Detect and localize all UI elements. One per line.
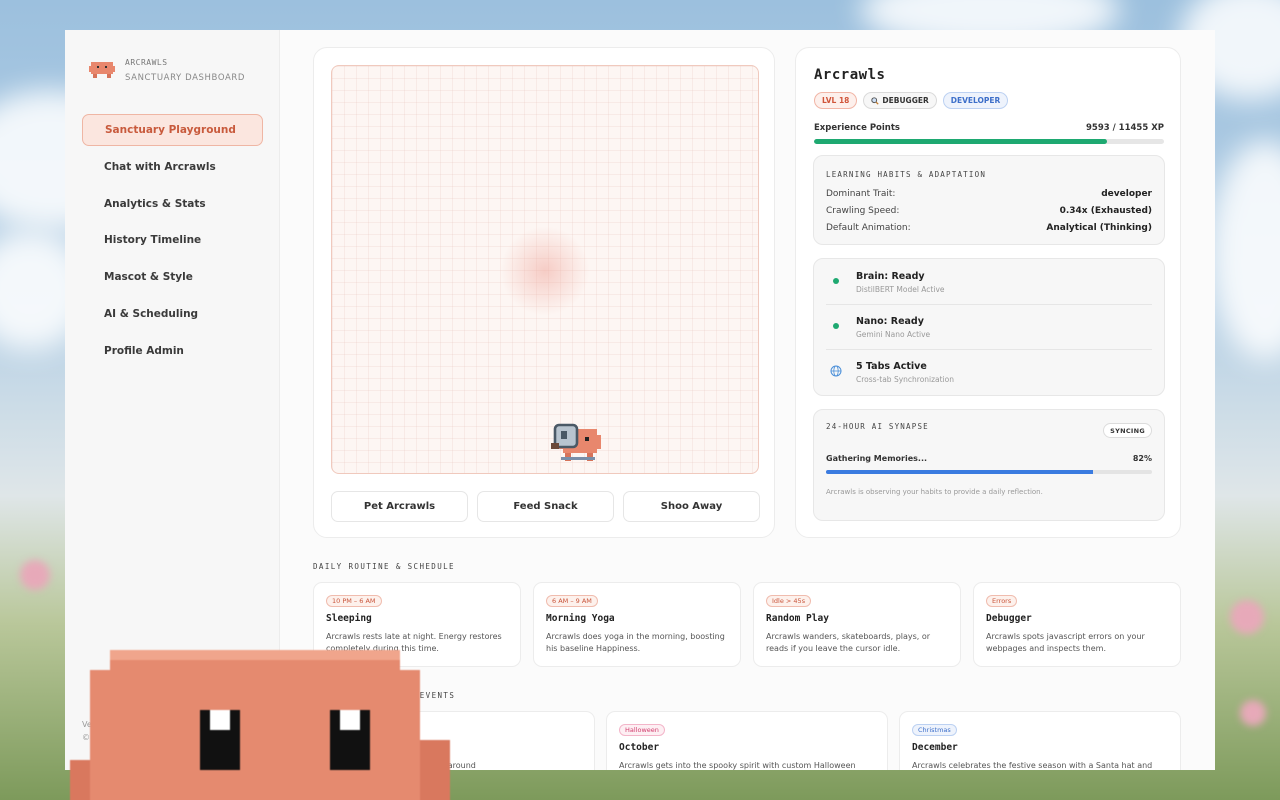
sidebar-item-sanctuary-playground[interactable]: Sanctuary Playground <box>82 114 263 146</box>
magnifier-icon <box>871 96 880 105</box>
season-desc: Arcrawls celebrates the festive season w… <box>912 761 1153 770</box>
schedule-tag: Idle > 45s <box>766 595 812 607</box>
flower <box>20 560 50 590</box>
habits-title: Learning Habits & Adaptation <box>826 170 987 179</box>
schedule-title: Morning Yoga <box>546 613 615 624</box>
seasonal-card-october: Halloween October Arcrawls gets into the… <box>606 711 888 770</box>
synapse-progress-value: 82% <box>1132 454 1152 463</box>
schedule-tag: Errors <box>986 595 1018 607</box>
syncing-badge: SYNCING <box>1103 423 1152 438</box>
status-nano: Nano: Ready Gemini Nano Active <box>826 304 1152 349</box>
schedule-desc: Arcrawls spots javascript errors on your… <box>986 632 1145 653</box>
season-title: December <box>912 742 958 753</box>
globe-icon <box>830 365 842 377</box>
synapse-title: 24-Hour AI Synapse <box>826 422 929 431</box>
status-title: 5 Tabs Active <box>856 361 927 372</box>
schedule-desc: Arcrawls wanders, skateboards, plays, or… <box>766 632 931 653</box>
flower <box>1240 700 1266 726</box>
sidebar-item-ai-scheduling[interactable]: AI & Scheduling <box>82 298 263 330</box>
xp-row: Experience Points 9593 / 11455 XP <box>814 123 1164 133</box>
status-tabs: 5 Tabs Active Cross-tab Synchronization <box>826 349 1152 394</box>
mascot-sprite[interactable] <box>551 421 601 463</box>
habit-value: 0.34x (Exhausted) <box>1059 206 1152 216</box>
status-dot-icon <box>833 278 839 284</box>
schedule-card-random-play: Idle > 45s Random Play Arcrawls wanders,… <box>753 582 961 667</box>
playground-card: Pet Arcrawls Feed Snack Shoo Away <box>313 47 775 538</box>
sidebar-item-history[interactable]: History Timeline <box>82 224 263 256</box>
brand-subtitle: SANCTUARY DASHBOARD <box>125 73 246 83</box>
sidebar-item-mascot[interactable]: Mascot & Style <box>82 261 263 293</box>
habits-panel: Learning Habits & Adaptation Dominant Tr… <box>813 155 1165 245</box>
sidebar-nav: Sanctuary Playground Chat with Arcrawls … <box>82 114 263 372</box>
xp-progress-bar <box>814 139 1164 144</box>
habit-key: Dominant Trait: <box>826 189 896 199</box>
mascot-overlay-sprite <box>70 650 450 800</box>
debugger-badge-label: DEBUGGER <box>882 96 929 105</box>
synapse-progress-bar <box>826 470 1152 474</box>
status-subtitle: DistilBERT Model Active <box>856 285 945 294</box>
habit-value: developer <box>1101 189 1152 199</box>
xp-label: Experience Points <box>814 123 900 133</box>
status-dot-icon <box>833 323 839 329</box>
synapse-progress-label: Gathering Memories... <box>826 454 928 463</box>
status-title: Brain: Ready <box>856 271 925 282</box>
season-tag: Christmas <box>912 724 957 736</box>
sidebar-item-profile-admin[interactable]: Profile Admin <box>82 335 263 367</box>
mascot-name: Arcrawls <box>814 67 886 83</box>
seasonal-card-december: Christmas December Arcrawls celebrates t… <box>899 711 1181 770</box>
schedule-section-title: Daily Routine & Schedule <box>313 562 455 571</box>
feed-snack-button[interactable]: Feed Snack <box>477 491 614 522</box>
status-brain: Brain: Ready DistilBERT Model Active <box>826 259 1152 304</box>
habit-key: Default Animation: <box>826 223 911 233</box>
synapse-panel: 24-Hour AI Synapse SYNCING Gathering Mem… <box>813 409 1165 521</box>
habit-row-trait: Dominant Trait: developer <box>826 189 1152 199</box>
season-title: October <box>619 742 660 753</box>
playground-canvas[interactable] <box>331 65 759 474</box>
cloud <box>1210 140 1280 360</box>
profile-card: Arcrawls LVL 18 DEBUGGER DEVELOPER Exper… <box>795 47 1181 538</box>
badge-row: LVL 18 DEBUGGER DEVELOPER <box>814 92 1009 109</box>
status-panel: Brain: Ready DistilBERT Model Active Nan… <box>813 258 1165 396</box>
schedule-card-debugger: Errors Debugger Arcrawls spots javascrip… <box>973 582 1181 667</box>
schedule-desc: Arcrawls does yoga in the morning, boost… <box>546 632 725 653</box>
developer-badge: DEVELOPER <box>942 92 1009 109</box>
sidebar-item-analytics[interactable]: Analytics & Stats <box>82 188 263 220</box>
mascot-logo-icon <box>89 62 115 78</box>
season-desc: Arcrawls gets into the spooky spirit wit… <box>619 761 856 770</box>
schedule-title: Random Play <box>766 613 829 624</box>
xp-progress-fill <box>814 139 1108 144</box>
status-subtitle: Gemini Nano Active <box>856 330 931 339</box>
pet-button[interactable]: Pet Arcrawls <box>331 491 468 522</box>
level-badge: LVL 18 <box>814 92 858 109</box>
shoo-away-button[interactable]: Shoo Away <box>623 491 760 522</box>
xp-value: 9593 / 11455 XP <box>1086 123 1164 133</box>
debugger-badge: DEBUGGER <box>863 92 937 109</box>
glow-effect <box>500 226 590 316</box>
synapse-note: Arcrawls is observing your habits to pro… <box>826 488 1043 496</box>
status-title: Nano: Ready <box>856 316 924 327</box>
schedule-title: Sleeping <box>326 613 372 624</box>
status-subtitle: Cross-tab Synchronization <box>856 375 955 384</box>
habit-key: Crawling Speed: <box>826 206 900 216</box>
synapse-progress-row: Gathering Memories... 82% <box>826 454 1152 463</box>
schedule-tag: 10 PM – 6 AM <box>326 595 382 607</box>
schedule-card-yoga: 6 AM – 9 AM Morning Yoga Arcrawls does y… <box>533 582 741 667</box>
playground-actions: Pet Arcrawls Feed Snack Shoo Away <box>331 491 760 522</box>
schedule-tag: 6 AM – 9 AM <box>546 595 598 607</box>
habit-value: Analytical (Thinking) <box>1046 223 1152 233</box>
brand-name: ARCRAWLS <box>125 58 168 67</box>
brand: ARCRAWLS SANCTUARY DASHBOARD <box>89 58 245 83</box>
sidebar-item-chat[interactable]: Chat with Arcrawls <box>82 151 263 183</box>
habit-row-animation: Default Animation: Analytical (Thinking) <box>826 223 1152 233</box>
synapse-progress-fill <box>826 470 1094 474</box>
habit-row-speed: Crawling Speed: 0.34x (Exhausted) <box>826 206 1152 216</box>
season-tag: Halloween <box>619 724 665 736</box>
flower <box>1230 600 1264 634</box>
schedule-title: Debugger <box>986 613 1032 624</box>
